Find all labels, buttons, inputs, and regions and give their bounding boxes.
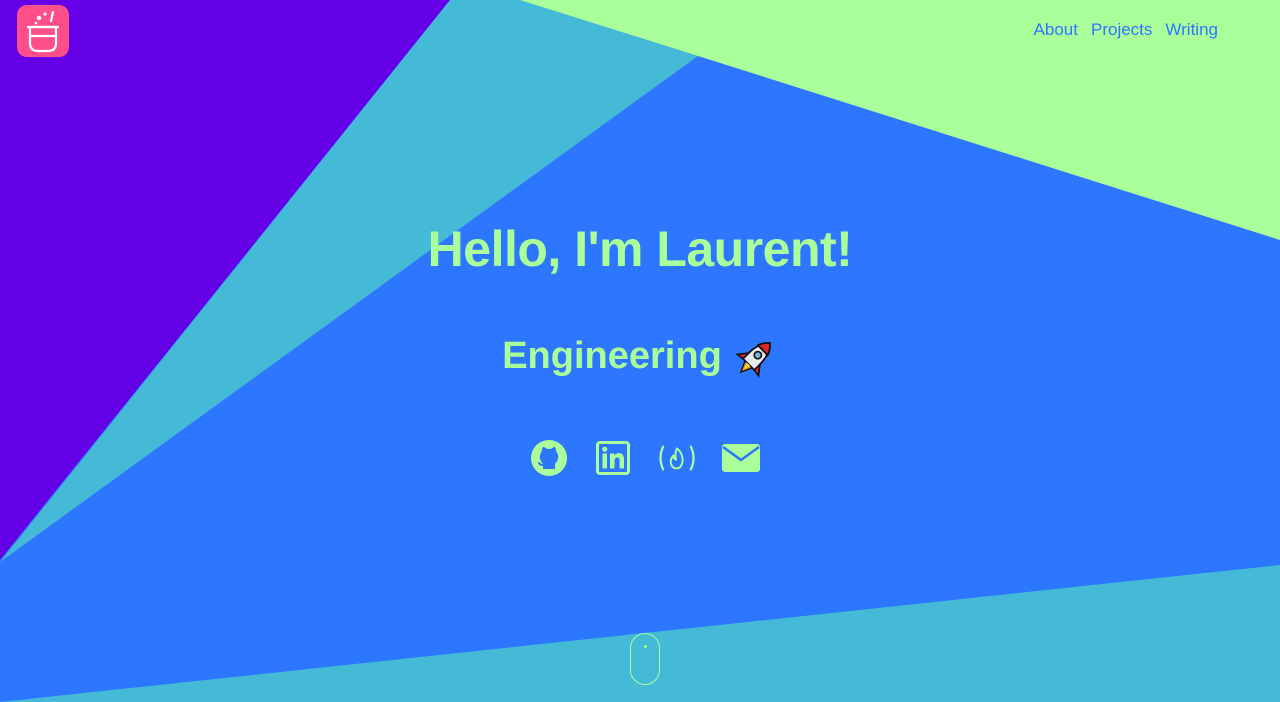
mouse-wheel (644, 645, 647, 648)
hero-subtitle: Engineering (0, 335, 1280, 381)
nav-projects-link[interactable]: Projects (1091, 20, 1152, 40)
social-links (0, 438, 1280, 478)
site-logo[interactable] (17, 5, 69, 57)
rocket-icon (735, 342, 771, 378)
nav-about-link[interactable]: About (1034, 20, 1078, 40)
hero-title: Hello, I'm Laurent! (427, 221, 853, 277)
github-link[interactable] (529, 438, 569, 478)
scroll-mouse-icon[interactable] (630, 633, 660, 685)
top-nav: About Projects Writing (1034, 20, 1218, 40)
freecodecamp-link[interactable] (657, 438, 697, 478)
cauldron-logo-icon (26, 10, 60, 53)
github-icon (531, 440, 567, 476)
freecodecamp-icon (659, 445, 695, 471)
mail-icon (722, 444, 760, 472)
nav-writing-link[interactable]: Writing (1165, 20, 1218, 40)
linkedin-link[interactable] (593, 438, 633, 478)
hero-subtitle-text: Engineering (502, 335, 722, 378)
page: About Projects Writing Hello, I'm Lauren… (0, 0, 1280, 702)
linkedin-icon (596, 441, 630, 475)
email-link[interactable] (721, 438, 761, 478)
